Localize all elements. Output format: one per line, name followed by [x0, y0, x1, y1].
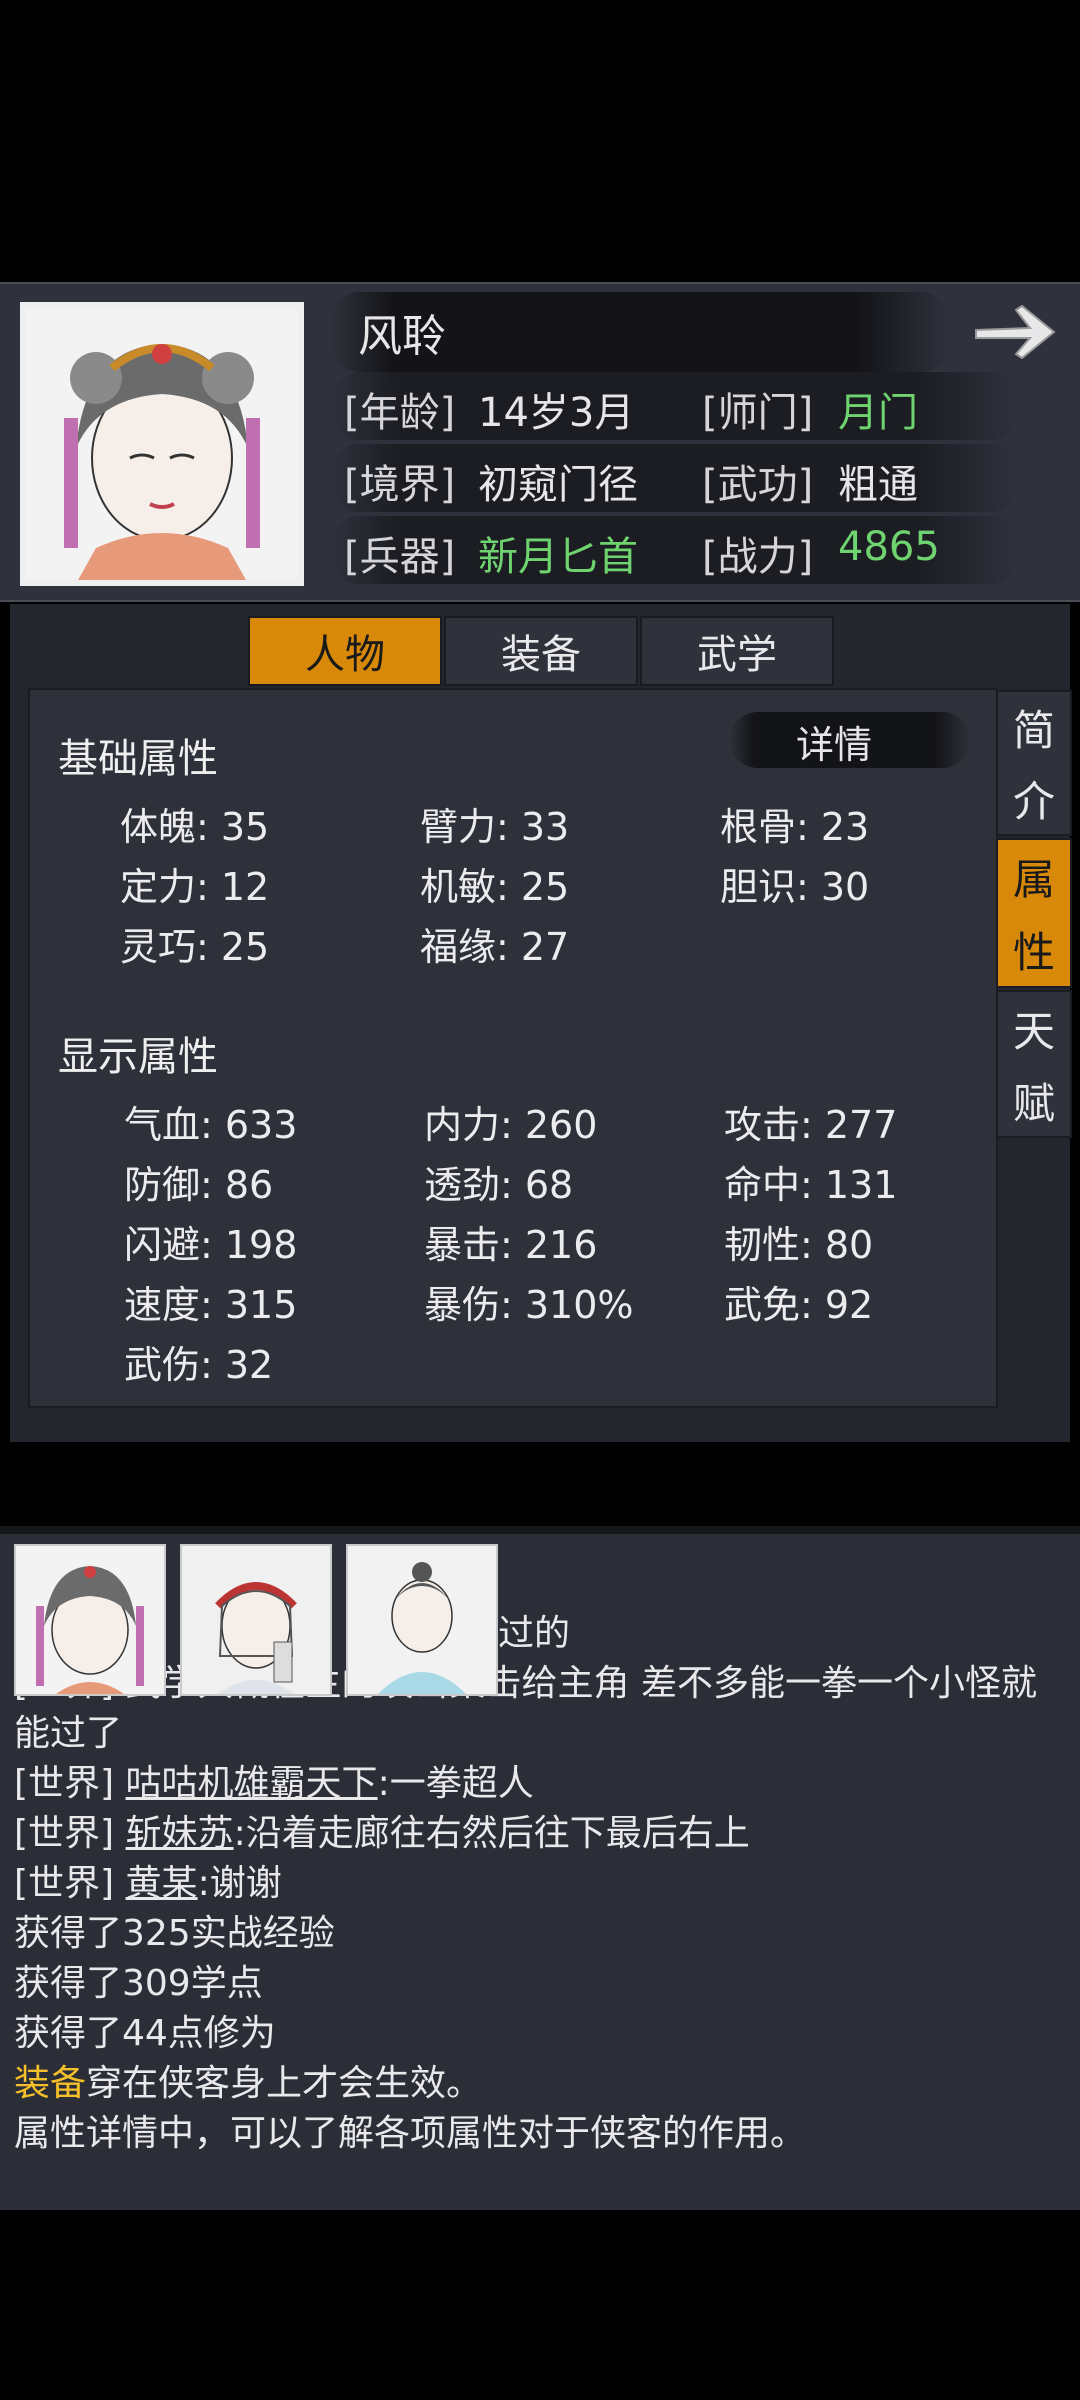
chat-username[interactable]: 斩妹苏: [126, 1813, 234, 1854]
side-tab-intro[interactable]: 简 介: [996, 690, 1072, 836]
stat-bili: 臂力: 33: [420, 805, 570, 849]
character-name: 风聆: [358, 311, 446, 362]
tip-highlight: 装备: [14, 2063, 87, 2104]
tip-text: 穿在侠客身上才会生效。: [86, 2063, 483, 2104]
tip-message-2: 属性详情中，可以了解各项属性对于侠客的作用。: [14, 2113, 807, 2154]
system-message-1: 获得了325实战经验: [14, 1913, 335, 1954]
stat-danshi: 胆识: 30: [720, 865, 870, 909]
tip-message-1: 装备穿在侠客身上才会生效。: [14, 2054, 482, 2106]
system-message-2: 获得了309学点: [14, 1963, 263, 2004]
chat-username[interactable]: 咕咕机雄霸天下: [126, 1763, 378, 1804]
stat-baoji: 暴击: 216: [424, 1223, 598, 1267]
stat-baoshang: 暴伤: 310%: [424, 1283, 634, 1327]
tab-character[interactable]: 人物: [248, 616, 442, 686]
weapon-value: 新月匕首: [478, 534, 638, 580]
stat-shanbi: 闪避: 198: [124, 1223, 298, 1267]
side-tab-intro-char1: 简: [1012, 706, 1055, 755]
stat-toujin: 透劲: 68: [424, 1163, 574, 1207]
realm-label: [境界]: [344, 462, 456, 508]
sect-value: 月门: [838, 390, 918, 436]
stat-gongji: 攻击: 277: [724, 1103, 898, 1147]
age-label: [年龄]: [344, 390, 456, 436]
chat-text: :谢谢: [197, 1863, 282, 1904]
chat-text: :一拳超人: [377, 1763, 534, 1804]
tab-martial[interactable]: 武学: [640, 616, 834, 686]
chat-message-3: [世界] 黄某:谢谢: [14, 1854, 282, 1906]
weapon-label: [兵器]: [344, 534, 456, 580]
next-arrow-icon[interactable]: [970, 300, 1060, 364]
stat-wushang: 武伤: 32: [124, 1343, 274, 1387]
chat-username[interactable]: 黄某: [126, 1863, 198, 1904]
chat-avatar-2[interactable]: [180, 1544, 332, 1696]
stat-sudu: 速度: 315: [124, 1283, 298, 1327]
side-tab-attributes-char1: 属: [1012, 855, 1055, 904]
power-label: [战力]: [702, 534, 814, 580]
chat-channel: [世界]: [14, 1813, 115, 1854]
chat-avatar-1[interactable]: [14, 1544, 166, 1696]
tab-equipment[interactable]: 装备: [444, 616, 638, 686]
realm-value: 初窥门径: [478, 462, 638, 508]
chat-text: :沿着走廊往右然后往下最后右上: [233, 1813, 750, 1854]
stat-dingli: 定力: 12: [120, 865, 270, 909]
stat-gengu: 根骨: 23: [720, 805, 870, 849]
age-value: 14岁3月: [478, 390, 635, 436]
chat-partial-line-2: [世界] 武学大概在主的攻击集击给主角 差不多能一拳一个小怪就: [14, 1663, 1037, 1704]
chat-partial-line-1: 过的: [498, 1613, 571, 1654]
stat-neili: 内力: 260: [424, 1103, 598, 1147]
stat-fuyuan: 福缘: 27: [420, 925, 570, 969]
chat-avatar-3[interactable]: [346, 1544, 498, 1696]
stat-fangyu: 防御: 86: [124, 1163, 274, 1207]
chat-message-1: [世界] 咕咕机雄霸天下:一拳超人: [14, 1754, 534, 1806]
side-tab-attributes[interactable]: 属 性: [996, 838, 1072, 988]
chat-channel: [世界]: [14, 1763, 115, 1804]
martial-value: 粗通: [838, 462, 918, 508]
stat-lingqiao: 灵巧: 25: [120, 925, 270, 969]
chat-channel: [世界]: [14, 1863, 115, 1904]
power-value: 4865: [838, 524, 940, 570]
details-button[interactable]: 详情: [796, 714, 872, 769]
side-tab-talent[interactable]: 天 赋: [996, 990, 1072, 1138]
side-tab-talent-char1: 天: [1012, 1006, 1055, 1056]
sect-label: [师门]: [702, 390, 814, 436]
stat-jimin: 机敏: 25: [420, 865, 570, 909]
basic-attributes-title: 基础属性: [58, 736, 218, 782]
stat-tipo: 体魄: 35: [120, 805, 270, 849]
side-tab-talent-char2: 赋: [1012, 1078, 1055, 1128]
stat-mingzhong: 命中: 131: [724, 1163, 898, 1207]
system-message-3: 获得了44点修为: [14, 2013, 276, 2054]
stat-qixue: 气血: 633: [124, 1103, 298, 1147]
side-tab-intro-char2: 介: [1012, 777, 1055, 826]
chat-message-2: [世界] 斩妹苏:沿着走廊往右然后往下最后右上: [14, 1804, 750, 1856]
chat-partial-line-3: 能过了: [14, 1713, 123, 1754]
side-tab-attributes-char2: 性: [1012, 928, 1055, 977]
martial-label: [武功]: [702, 462, 814, 508]
display-attributes-title: 显示属性: [58, 1034, 218, 1080]
character-portrait[interactable]: [20, 302, 304, 586]
stat-renxing: 韧性: 80: [724, 1223, 874, 1267]
stat-wumian: 武免: 92: [724, 1283, 874, 1327]
